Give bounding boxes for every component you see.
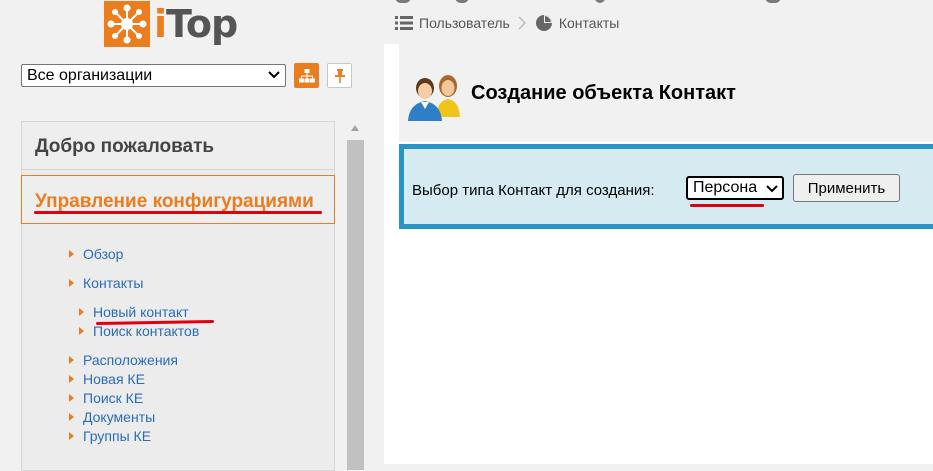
menu-item-documents[interactable]: Документы: [69, 409, 155, 425]
highlight-underline: [690, 204, 764, 207]
menu-item-contacts[interactable]: Контакты: [69, 275, 143, 291]
chevron-down-icon: [766, 185, 778, 193]
breadcrumb-item-user[interactable]: Пользователь: [395, 15, 510, 31]
itop-logo[interactable]: iTop: [104, 0, 238, 48]
menu-group-welcome[interactable]: Добро пожаловать: [22, 122, 334, 170]
pin-button[interactable]: [327, 63, 352, 88]
triangle-right-icon: [69, 413, 74, 421]
menu-item-overview[interactable]: Обзор: [69, 246, 123, 262]
organization-select-value: Все организации: [27, 67, 153, 84]
org-tree-icon: [298, 68, 315, 82]
contact-type-select-value: Персона: [693, 179, 758, 196]
page-title: Создание объекта Контакт: [471, 82, 736, 104]
menu-group-config-management[interactable]: Управление конфигурациями: [21, 175, 335, 224]
organization-select[interactable]: Все организации: [21, 64, 286, 87]
pin-icon: [334, 68, 345, 83]
apply-button[interactable]: Применить: [793, 174, 900, 202]
highlight-underline: [34, 211, 322, 214]
left-panel: iTop Все организации Добро пожаловать Уп…: [0, 0, 384, 471]
triangle-right-icon: [69, 279, 74, 287]
menu-group-config-label: Управление конфигурациями: [35, 191, 314, 212]
page-header: Создание объекта Контакт: [399, 44, 933, 142]
chevron-down-icon: [268, 71, 280, 79]
menu-item-search-contacts[interactable]: Поиск контактов: [79, 323, 199, 339]
triangle-right-icon: [79, 308, 84, 316]
triangle-right-icon: [69, 432, 74, 440]
menu-scrollbar[interactable]: [347, 121, 364, 470]
scrollbar-thumb[interactable]: [347, 140, 364, 470]
contacts-icon: [408, 75, 460, 121]
triangle-right-icon: [69, 250, 74, 258]
panel-divider[interactable]: [384, 44, 399, 464]
list-icon: [395, 16, 413, 30]
triangle-right-icon: [69, 375, 74, 383]
contact-type-label: Выбор типа Контакт для создания:: [412, 182, 655, 199]
triangle-right-icon: [69, 356, 74, 364]
previous-breadcrumb-row: [395, 0, 865, 3]
menu-item-new-ci[interactable]: Новая КЕ: [69, 371, 145, 387]
contact-type-form: Выбор типа Контакт для создания: Персона…: [399, 144, 933, 229]
itop-logo-text: iTop: [154, 2, 238, 46]
contact-type-select[interactable]: Персона: [686, 176, 784, 200]
menu-item-ci-groups[interactable]: Группы КЕ: [69, 428, 151, 444]
navigation-menu: Добро пожаловать Управление конфигурация…: [21, 121, 335, 471]
main-content: Создание объекта Контакт Выбор типа Конт…: [399, 44, 933, 464]
menu-item-new-contact[interactable]: Новый контакт: [79, 304, 189, 320]
triangle-right-icon: [69, 394, 74, 402]
itop-logo-icon: [104, 1, 150, 47]
scroll-up-arrow-icon[interactable]: [351, 125, 359, 131]
pie-chart-icon: [535, 15, 552, 31]
menu-item-locations[interactable]: Расположения: [69, 352, 178, 368]
chevron-right-icon: [518, 16, 526, 30]
breadcrumb-item-contacts[interactable]: Контакты: [535, 14, 619, 32]
org-tree-button[interactable]: [294, 63, 319, 88]
triangle-right-icon: [79, 327, 84, 335]
breadcrumb: Пользователь Контакты: [395, 12, 619, 34]
menu-item-search-ci[interactable]: Поиск КЕ: [69, 390, 143, 406]
